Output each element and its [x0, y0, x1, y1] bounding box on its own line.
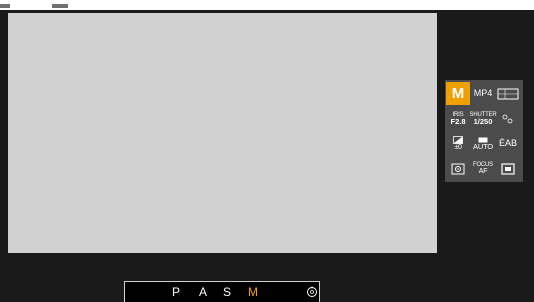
record-quality-button[interactable]: [496, 82, 520, 105]
iris-button[interactable]: IRIS F2.8: [446, 107, 470, 130]
shooting-mode-button[interactable]: M: [446, 82, 470, 105]
record-quality-icon: [497, 88, 519, 99]
live-view-area[interactable]: [8, 13, 437, 253]
exposure-comp-value: ±0: [454, 144, 462, 151]
mode-p[interactable]: P: [172, 285, 180, 299]
top-strip: [0, 0, 534, 10]
white-balance-value: ÉAB: [498, 138, 517, 148]
photo-style-icon: [502, 114, 513, 123]
focus-value: AF: [478, 168, 488, 175]
metering-icon: [451, 163, 465, 174]
top-strip-segment: [52, 4, 68, 8]
exposure-comp-button[interactable]: ±0: [446, 132, 470, 155]
top-strip-segment: [0, 4, 10, 8]
iris-value: F2.8: [450, 116, 466, 126]
mode-s[interactable]: S: [223, 285, 231, 299]
af-area-button[interactable]: [496, 157, 520, 180]
exposure-comp-icon: [453, 136, 463, 144]
custom-mode-icon[interactable]: [306, 286, 318, 298]
iso-button[interactable]: AUTO: [471, 132, 495, 155]
movie-format-label: MP4: [473, 88, 493, 98]
movie-format-button[interactable]: MP4: [471, 82, 495, 105]
shutter-value: 1/250: [473, 116, 493, 126]
iso-value: AUTO: [473, 141, 493, 151]
white-balance-button[interactable]: ÉAB: [496, 132, 520, 155]
focus-button[interactable]: FOCUS AF: [471, 157, 495, 180]
mode-dial-bar: P A S M: [124, 281, 320, 302]
mode-m[interactable]: M: [248, 285, 258, 299]
af-area-icon: [501, 162, 515, 175]
shooting-mode-label: M: [451, 85, 465, 102]
shutter-button[interactable]: SHUTTER 1/250: [470, 107, 497, 130]
mode-a[interactable]: A: [199, 285, 207, 299]
photo-style-button[interactable]: [496, 107, 520, 130]
quick-settings-panel: M MP4 IRIS F2.8 SHUTTER 1/250 ±0 AUTO ÉA…: [445, 80, 523, 182]
metering-button[interactable]: [446, 157, 470, 180]
